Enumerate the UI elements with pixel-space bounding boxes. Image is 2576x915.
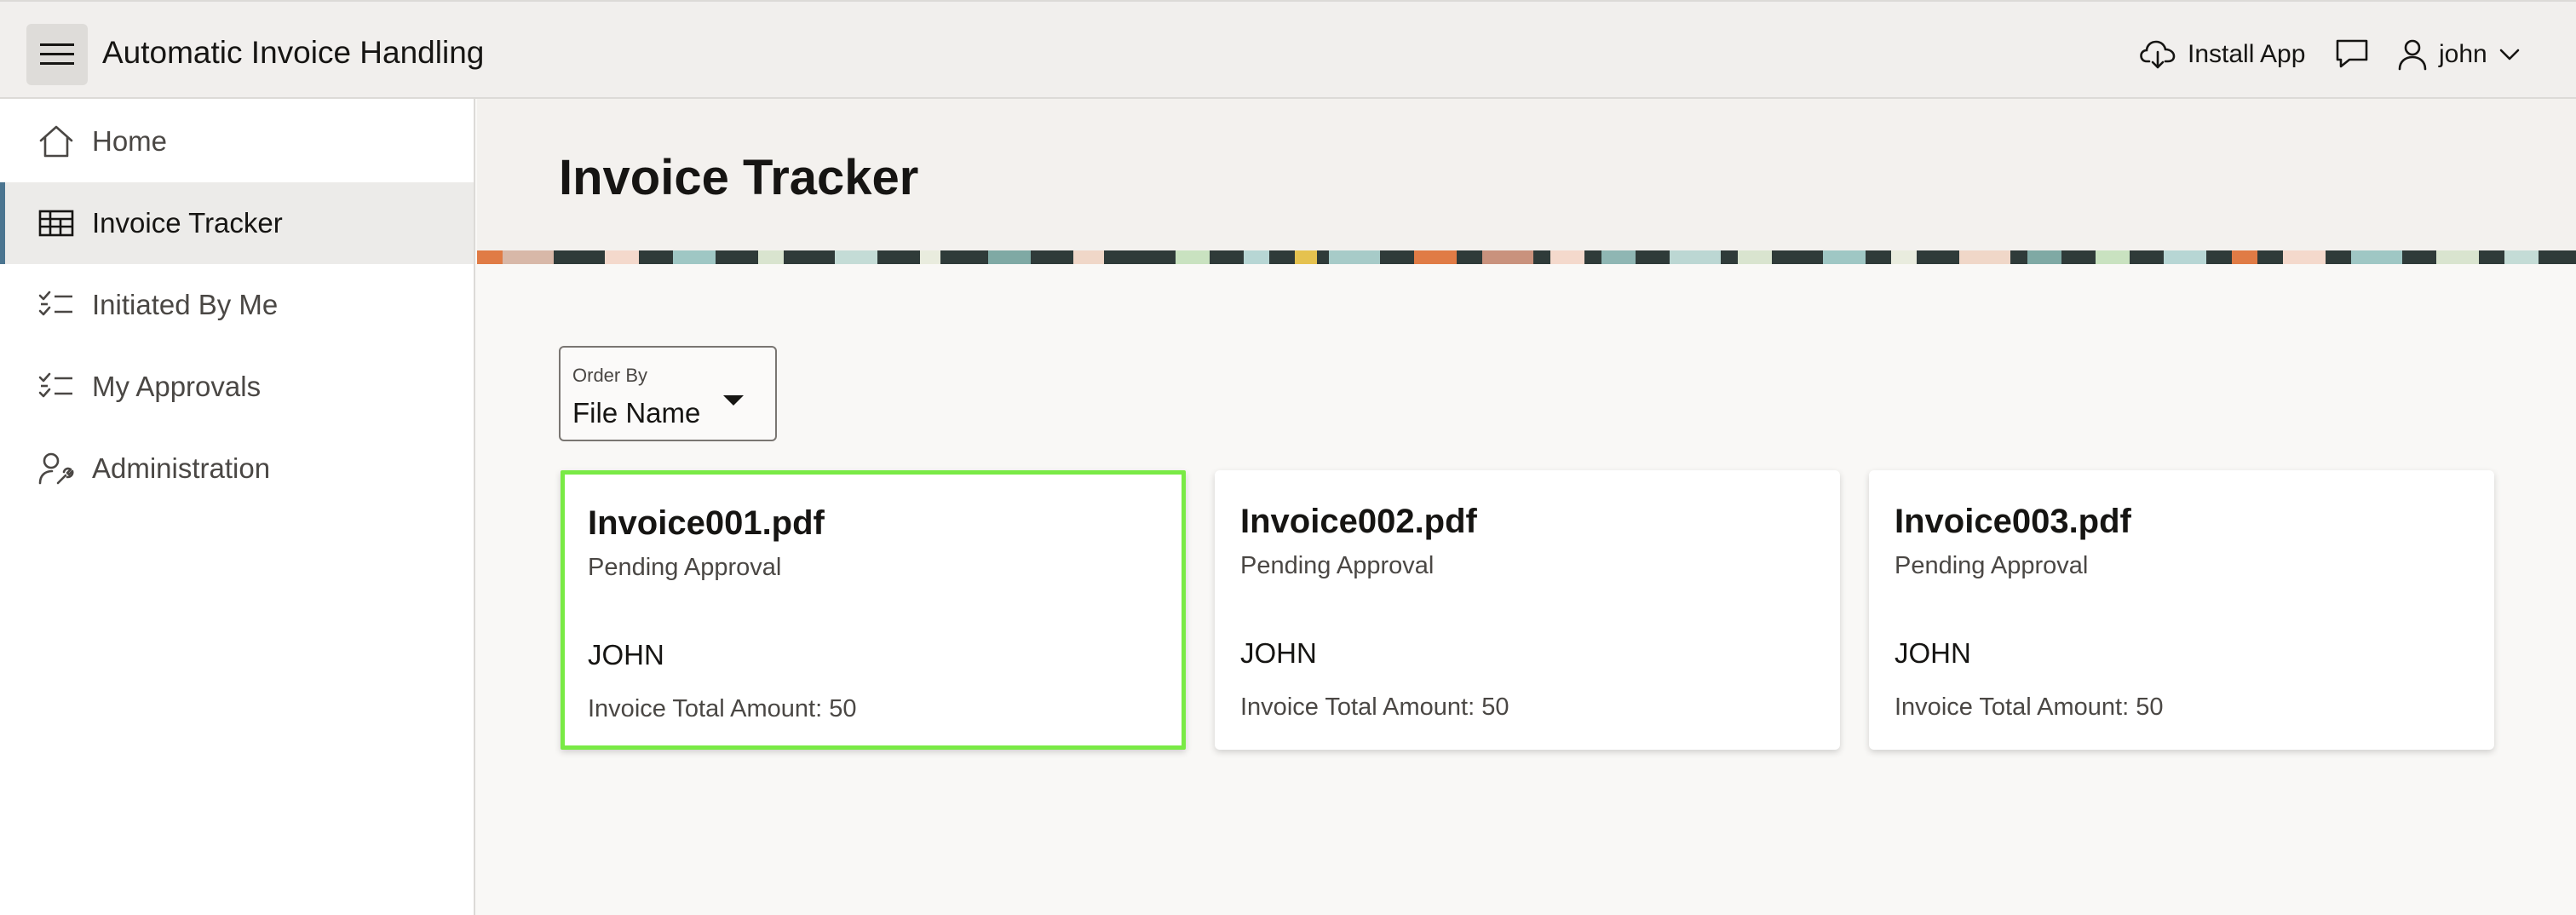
invoice-card[interactable]: Invoice003.pdf Pending Approval JOHN Inv… bbox=[1869, 470, 2494, 750]
sidebar-item-home[interactable]: Home bbox=[0, 101, 474, 182]
invoice-total-amount: Invoice Total Amount: 50 bbox=[1240, 693, 1509, 721]
invoice-owner: JOHN bbox=[588, 639, 664, 670]
top-bar: Automatic Invoice Handling Install App j… bbox=[0, 0, 2576, 99]
install-app-button[interactable]: Install App bbox=[2140, 36, 2305, 73]
invoice-card[interactable]: Invoice001.pdf Pending Approval JOHN Inv… bbox=[561, 470, 1186, 750]
sidebar-item-label: Administration bbox=[92, 452, 271, 484]
sidebar-item-my-approvals[interactable]: My Approvals bbox=[0, 346, 474, 428]
order-by-value: File Name bbox=[572, 397, 701, 429]
invoice-file-name: Invoice001.pdf bbox=[588, 504, 825, 542]
invoice-owner: JOHN bbox=[1240, 637, 1317, 669]
decorative-banner bbox=[477, 250, 2576, 264]
invoice-owner: JOHN bbox=[1895, 637, 1971, 669]
invoice-status: Pending Approval bbox=[588, 554, 782, 581]
chevron-down-icon bbox=[2499, 49, 2520, 60]
user-icon bbox=[2398, 39, 2427, 71]
checklist-icon bbox=[38, 291, 72, 316]
sidebar: Home Invoice Tracker Initiated By Me My … bbox=[0, 99, 475, 915]
sidebar-item-administration[interactable]: Administration bbox=[0, 428, 474, 509]
sidebar-item-label: Initiated By Me bbox=[92, 289, 279, 320]
invoice-total-amount: Invoice Total Amount: 50 bbox=[588, 695, 857, 722]
user-menu[interactable]: john bbox=[2398, 36, 2520, 73]
order-by-select[interactable]: Order By File Name bbox=[559, 346, 777, 441]
sidebar-item-initiated-by-me[interactable]: Initiated By Me bbox=[0, 264, 474, 346]
invoice-status: Pending Approval bbox=[1240, 552, 1435, 579]
chat-icon[interactable] bbox=[2334, 37, 2370, 74]
caret-down-icon bbox=[723, 395, 744, 406]
page-header: Invoice Tracker bbox=[477, 99, 2576, 250]
invoice-card[interactable]: Invoice002.pdf Pending Approval JOHN Inv… bbox=[1215, 470, 1840, 750]
hamburger-icon bbox=[40, 43, 74, 65]
invoice-status: Pending Approval bbox=[1895, 552, 2089, 579]
checklist-icon bbox=[38, 372, 72, 398]
hamburger-menu-button[interactable] bbox=[26, 24, 88, 85]
app-title[interactable]: Automatic Invoice Handling bbox=[102, 34, 484, 72]
invoice-file-name: Invoice002.pdf bbox=[1240, 503, 1477, 540]
install-app-label: Install App bbox=[2188, 40, 2306, 68]
invoice-total-amount: Invoice Total Amount: 50 bbox=[1895, 693, 2164, 721]
sidebar-item-invoice-tracker[interactable]: Invoice Tracker bbox=[0, 182, 474, 264]
order-by-label: Order By bbox=[572, 365, 648, 386]
user-wrench-icon bbox=[38, 452, 74, 485]
grid-icon bbox=[38, 210, 74, 237]
user-name: john bbox=[2439, 40, 2487, 68]
invoice-file-name: Invoice003.pdf bbox=[1895, 503, 2131, 540]
sidebar-item-label: My Approvals bbox=[92, 371, 262, 402]
cloud-download-icon bbox=[2140, 40, 2176, 69]
sidebar-item-label: Home bbox=[92, 125, 168, 157]
sidebar-item-label: Invoice Tracker bbox=[92, 207, 283, 239]
page-title: Invoice Tracker bbox=[559, 150, 919, 205]
home-icon bbox=[39, 125, 73, 158]
